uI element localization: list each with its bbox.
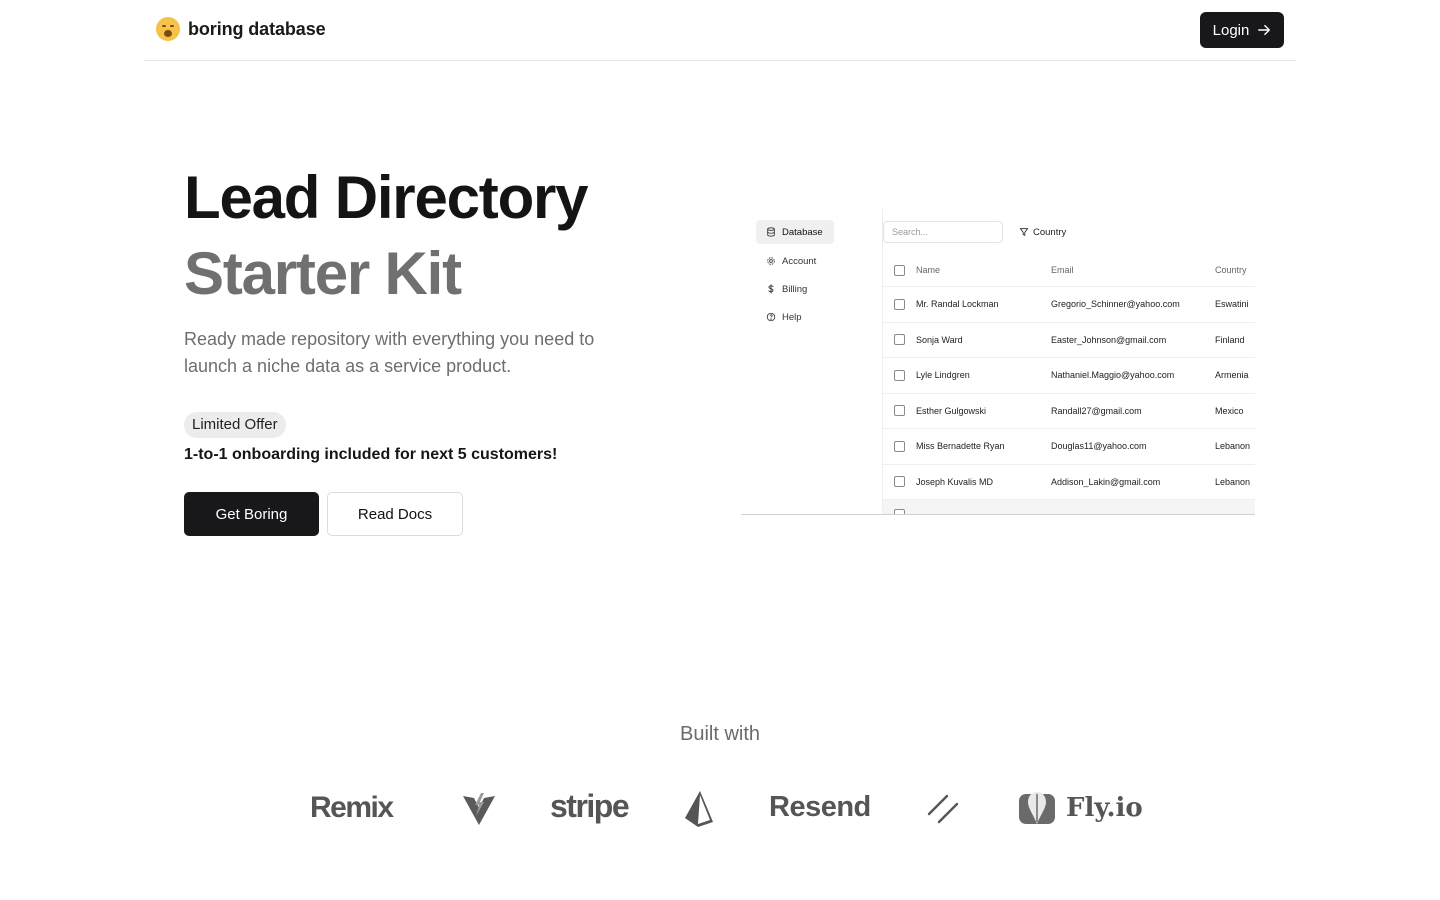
preview-sidebar: Database Account Billing Help bbox=[741, 208, 883, 514]
hero-subtitle: Ready made repository with everything yo… bbox=[184, 329, 595, 376]
sidebar-item-label: Help bbox=[782, 311, 802, 323]
table-row[interactable]: Lyle Lindgren Nathaniel.Maggio@yahoo.com… bbox=[883, 358, 1255, 394]
site-header: boring database Login bbox=[144, 0, 1296, 61]
login-button[interactable]: Login bbox=[1200, 12, 1284, 48]
shadcn-logo bbox=[927, 792, 959, 824]
row-checkbox[interactable] bbox=[894, 298, 905, 310]
row-name: Joseph Kuvalis MD bbox=[916, 476, 994, 487]
row-country: Lebanon bbox=[1215, 476, 1251, 487]
table-row[interactable]: Joseph Kuvalis MD Addison_Lakin@gmail.co… bbox=[883, 465, 1255, 500]
sidebar-item-label: Billing bbox=[782, 283, 808, 295]
table-row[interactable]: Esther Gulgowski Randall27@gmail.com Mex… bbox=[883, 394, 1255, 429]
help-circle-icon bbox=[766, 312, 776, 322]
read-docs-button[interactable]: Read Docs bbox=[327, 492, 463, 536]
gear-icon bbox=[767, 257, 775, 265]
search-input[interactable]: Search... bbox=[883, 221, 1003, 243]
flyio-wordmark: Fly.io bbox=[1066, 793, 1143, 823]
brand[interactable]: boring database bbox=[156, 17, 326, 41]
arrow-right-icon bbox=[1258, 24, 1271, 36]
sidebar-item-label: Database bbox=[782, 226, 823, 238]
get-boring-button[interactable]: Get Boring bbox=[184, 492, 319, 536]
row-name: Mr. Randal Lockman bbox=[916, 299, 999, 310]
table-row[interactable]: Miss Bernadette Ryan Douglas11@yahoo.com… bbox=[883, 429, 1255, 465]
sidebar-item-label: Account bbox=[782, 255, 817, 267]
limited-offer-badge: Limited Offer bbox=[184, 412, 286, 438]
hero-title: Lead Directory bbox=[184, 164, 589, 231]
sidebar-item-database[interactable]: Database bbox=[756, 220, 834, 244]
hero-actions: Get Boring Read Docs bbox=[184, 492, 664, 536]
row-name: Sonja Ward bbox=[916, 334, 963, 345]
vite-icon bbox=[463, 793, 495, 825]
row-name: Lyle Lindgren bbox=[916, 370, 970, 381]
table-row[interactable]: Mr. Randal Lockman Gregorio_Schinner@yah… bbox=[883, 287, 1255, 323]
prisma-logo bbox=[683, 790, 715, 828]
app-preview: Database Account Billing Help Search... … bbox=[741, 208, 1255, 515]
vite-logo bbox=[462, 792, 496, 826]
sidebar-item-account[interactable]: Account bbox=[756, 249, 834, 273]
table-row[interactable]: Sonja Ward Easter_Johnson@gmail.com Finl… bbox=[883, 323, 1255, 358]
column-header-country[interactable]: Country bbox=[1215, 265, 1247, 275]
table-header-row: Name Email Country bbox=[883, 254, 1255, 287]
shadcn-icon bbox=[927, 794, 959, 824]
row-email: Addison_Lakin@gmail.com bbox=[1051, 476, 1161, 487]
row-email: Douglas11@yahoo.com bbox=[1051, 441, 1147, 452]
select-all-checkbox[interactable] bbox=[894, 264, 905, 276]
row-checkbox[interactable] bbox=[894, 476, 905, 488]
row-email: Easter_Johnson@gmail.com bbox=[1051, 334, 1167, 345]
sidebar-item-billing[interactable]: Billing bbox=[756, 277, 834, 301]
country-filter-label: Country bbox=[1033, 226, 1067, 238]
row-checkbox[interactable] bbox=[894, 508, 905, 514]
login-label: Login bbox=[1212, 21, 1250, 39]
row-country: Mexico bbox=[1215, 405, 1244, 416]
dollar-icon bbox=[768, 284, 774, 294]
remix-logo: Remix bbox=[310, 791, 394, 824]
brand-name: boring database bbox=[188, 18, 326, 39]
database-icon bbox=[767, 227, 775, 237]
filter-icon bbox=[1019, 228, 1029, 236]
offer-text: 1-to-1 onboarding included for next 5 cu… bbox=[184, 446, 558, 463]
yawning-face-icon bbox=[156, 17, 180, 41]
row-checkbox[interactable] bbox=[894, 369, 905, 381]
fly-balloon-icon bbox=[1019, 792, 1055, 824]
row-name: Miss Bernadette Ryan bbox=[916, 441, 1005, 452]
row-country: Armenia bbox=[1215, 370, 1249, 381]
row-checkbox[interactable] bbox=[894, 405, 905, 417]
row-name: Esther Gulgowski bbox=[916, 405, 987, 416]
row-checkbox[interactable] bbox=[894, 440, 905, 452]
country-filter-button[interactable]: Country bbox=[1013, 221, 1072, 243]
sidebar-item-help[interactable]: Help bbox=[756, 305, 834, 329]
row-country: Eswatini bbox=[1215, 299, 1249, 310]
table-row-partial bbox=[883, 500, 1255, 514]
row-email: Gregorio_Schinner@yahoo.com bbox=[1051, 299, 1180, 310]
resend-logo: Resend bbox=[769, 791, 871, 823]
prisma-icon bbox=[685, 791, 713, 827]
flyio-logo: Fly.io bbox=[1018, 790, 1143, 826]
row-email: Randall27@gmail.com bbox=[1051, 405, 1142, 416]
column-header-email[interactable]: Email bbox=[1051, 265, 1074, 275]
column-header-name[interactable]: Name bbox=[916, 265, 940, 275]
leads-table: Name Email Country Mr. Randal Lockman Gr… bbox=[883, 254, 1255, 514]
built-with-title: Built with bbox=[679, 723, 761, 745]
hero-section: Lead Directory Starter Kit Ready made re… bbox=[184, 160, 664, 536]
hero-title-secondary: Starter Kit bbox=[184, 240, 462, 307]
stripe-logo: stripe bbox=[550, 788, 630, 824]
row-email: Nathaniel.Maggio@yahoo.com bbox=[1051, 370, 1175, 381]
row-country: Lebanon bbox=[1215, 441, 1251, 452]
row-checkbox[interactable] bbox=[894, 334, 905, 346]
row-country: Finland bbox=[1215, 334, 1245, 345]
tech-logos: Remix stripe Resend Fly.io bbox=[0, 785, 1440, 835]
